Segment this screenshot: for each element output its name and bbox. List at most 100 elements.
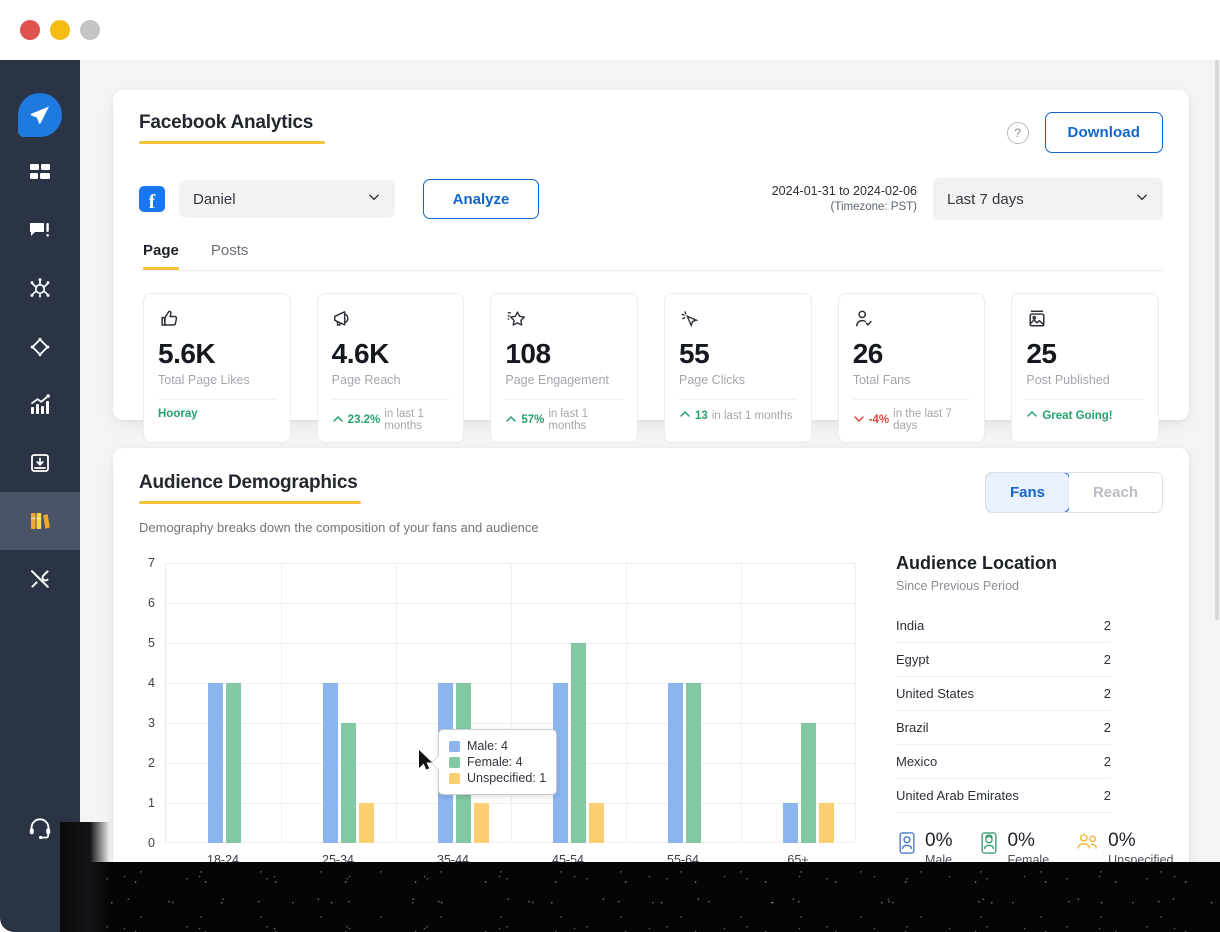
bar-female[interactable] bbox=[341, 723, 356, 843]
people-group-icon bbox=[1075, 831, 1101, 860]
sidebar-item-downloads[interactable] bbox=[0, 434, 80, 492]
bar-unspecified[interactable] bbox=[359, 803, 374, 843]
kpi-delta-text: in the last 7 days bbox=[893, 408, 952, 433]
bar-female[interactable] bbox=[226, 683, 241, 843]
tools-icon bbox=[28, 567, 52, 591]
segment-reach[interactable]: Reach bbox=[1068, 473, 1162, 512]
bar-male[interactable] bbox=[668, 683, 683, 843]
location-country: Egypt bbox=[896, 652, 930, 667]
bar-female[interactable] bbox=[571, 643, 586, 843]
kpi-delta-value: 13 bbox=[695, 409, 708, 422]
y-tick-0: 0 bbox=[148, 836, 155, 850]
kpi-card-page-clicks[interactable]: 55 Page Clicks 13 in last 1 months bbox=[664, 293, 812, 444]
swatch-male bbox=[449, 740, 460, 752]
kpi-delta-value: -4% bbox=[868, 414, 890, 427]
fans-reach-toggle: Fans Reach bbox=[984, 472, 1163, 513]
bar-male[interactable] bbox=[208, 683, 223, 843]
y-tick-7: 7 bbox=[148, 556, 155, 570]
bar-group-25-34[interactable] bbox=[323, 683, 374, 843]
analyze-button[interactable]: Analyze bbox=[423, 179, 539, 219]
sidebar-item-analytics[interactable] bbox=[0, 376, 80, 434]
y-tick-5: 5 bbox=[148, 636, 155, 650]
tooltip-label: Unspecified: 1 bbox=[467, 771, 547, 785]
bar-unspecified[interactable] bbox=[819, 803, 834, 843]
headset-icon bbox=[27, 815, 53, 846]
location-count: 2 bbox=[1103, 788, 1111, 803]
female-avatar-icon bbox=[978, 831, 1000, 860]
kpi-delta-text: in last 1 months bbox=[384, 408, 424, 433]
sidebar-item-network[interactable] bbox=[0, 260, 80, 318]
bar-female[interactable] bbox=[801, 723, 816, 843]
facebook-logo-icon: f bbox=[139, 186, 165, 212]
grid-icon bbox=[28, 161, 52, 185]
location-country: United States bbox=[896, 686, 975, 701]
bar-unspecified[interactable] bbox=[474, 803, 489, 843]
bar-female[interactable] bbox=[686, 683, 701, 843]
bar-chart-growth-icon bbox=[28, 393, 52, 417]
app-window: Facebook Analytics ? Download f Daniel A… bbox=[0, 0, 1220, 932]
kpi-label: Total Page Likes bbox=[158, 373, 250, 388]
gender-percent: 0% bbox=[925, 830, 953, 851]
thumbs-up-icon bbox=[158, 308, 276, 332]
location-row: Egypt 2 bbox=[896, 643, 1111, 677]
help-button[interactable]: ? bbox=[1006, 121, 1029, 144]
vertical-scrollbar[interactable] bbox=[1214, 60, 1220, 932]
timezone-text: (Timezone: PST) bbox=[830, 200, 917, 213]
gridline bbox=[396, 563, 397, 843]
window-minimize-button[interactable] bbox=[50, 20, 70, 40]
kpi-label: Page Engagement bbox=[505, 373, 609, 388]
arrow-up-icon bbox=[332, 413, 344, 428]
kpi-delta: Hooray bbox=[158, 408, 276, 420]
gridline bbox=[855, 563, 856, 843]
bar-group-65-plus[interactable] bbox=[783, 723, 834, 843]
tab-page[interactable]: Page bbox=[143, 242, 179, 270]
bar-group-18-24[interactable] bbox=[208, 683, 241, 843]
gender-percent: 0% bbox=[1108, 830, 1136, 851]
kpi-card-page-engagement[interactable]: 108 Page Engagement 57% in last 1 months bbox=[490, 293, 639, 444]
click-cursor-icon bbox=[679, 308, 797, 332]
bar-group-45-54[interactable] bbox=[553, 643, 604, 843]
bar-unspecified[interactable] bbox=[589, 803, 604, 843]
location-subtitle: Since Previous Period bbox=[896, 579, 1019, 593]
megaphone-icon bbox=[332, 308, 450, 332]
download-button[interactable]: Download bbox=[1044, 112, 1163, 153]
sidebar-item-tools[interactable] bbox=[0, 550, 80, 608]
window-titlebar bbox=[0, 0, 1220, 60]
kpi-divider bbox=[505, 399, 624, 401]
gridline bbox=[281, 563, 282, 843]
scrollbar-thumb[interactable] bbox=[1215, 60, 1219, 620]
kpi-divider bbox=[1026, 399, 1145, 401]
gridline bbox=[626, 563, 627, 843]
kpi-label: Page Reach bbox=[331, 373, 401, 388]
window-close-button[interactable] bbox=[20, 20, 40, 40]
sidebar-item-dashboard[interactable] bbox=[0, 144, 80, 202]
sidebar-item-campaigns[interactable] bbox=[0, 318, 80, 376]
bar-male[interactable] bbox=[323, 683, 338, 843]
kpi-card-post-published[interactable]: 25 Post Published Great Going! bbox=[1011, 293, 1160, 444]
location-count: 2 bbox=[1103, 720, 1111, 735]
sidebar-item-logo[interactable] bbox=[0, 86, 80, 144]
bar-male[interactable] bbox=[783, 803, 798, 843]
demographics-subtitle: Demography breaks down the composition o… bbox=[139, 520, 539, 535]
tab-posts[interactable]: Posts bbox=[211, 242, 249, 270]
kpi-card-page-reach[interactable]: 4.6K Page Reach 23.2% in last 1 months bbox=[316, 293, 465, 444]
chart-tooltip: Male: 4 Female: 4 Unspecified: 1 bbox=[431, 729, 558, 795]
kpi-card-total-fans[interactable]: 26 Total Fans -4% in the last 7 days bbox=[837, 293, 986, 444]
segment-fans[interactable]: Fans bbox=[985, 473, 1070, 512]
bar-group-55-64[interactable] bbox=[668, 683, 701, 843]
kpi-value: 25 bbox=[1026, 338, 1057, 369]
sidebar-item-library[interactable] bbox=[0, 492, 80, 550]
kpi-delta: -4% in the last 7 days bbox=[853, 408, 971, 432]
location-country: India bbox=[896, 618, 925, 633]
date-range-text: 2024-01-31 to 2024-02-06 bbox=[771, 183, 917, 198]
y-tick-4: 4 bbox=[148, 676, 155, 690]
window-maximize-button[interactable] bbox=[80, 20, 100, 40]
share-network-icon bbox=[28, 277, 52, 301]
swatch-female bbox=[449, 756, 460, 768]
kpi-card-total-page-likes[interactable]: 5.6K Total Page Likes Hooray bbox=[143, 293, 291, 444]
account-select[interactable]: Daniel bbox=[179, 180, 395, 218]
sidebar-item-inbox[interactable] bbox=[0, 202, 80, 260]
y-tick-3: 3 bbox=[148, 716, 155, 730]
kpi-value: 26 bbox=[852, 338, 884, 369]
period-select[interactable]: Last 7 days bbox=[933, 178, 1163, 220]
